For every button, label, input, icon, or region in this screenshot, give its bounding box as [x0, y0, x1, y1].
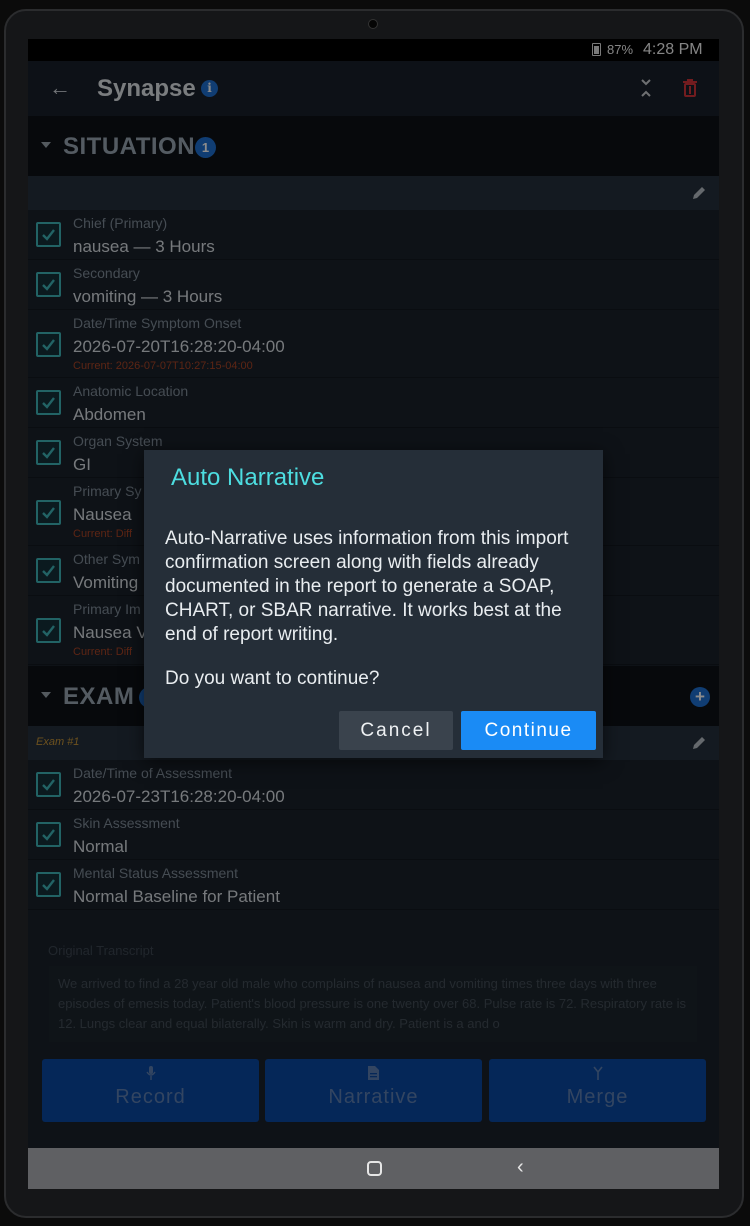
- screen: 87% 4:28 PM ← Synapse i SITUATION 1 Chie…: [28, 39, 719, 1189]
- dialog-title: Auto Narrative: [171, 464, 325, 491]
- dialog-message: Auto-Narrative uses information from thi…: [165, 528, 569, 645]
- home-icon[interactable]: [367, 1161, 382, 1176]
- cancel-button[interactable]: Cancel: [339, 711, 453, 750]
- continue-button[interactable]: Continue: [461, 711, 596, 750]
- system-nav-bar: ‹: [28, 1148, 719, 1189]
- camera: [368, 19, 378, 29]
- auto-narrative-dialog: Auto Narrative Auto-Narrative uses infor…: [144, 450, 603, 758]
- dialog-question: Do you want to continue?: [165, 668, 380, 689]
- nav-back-icon[interactable]: ‹: [517, 1156, 524, 1179]
